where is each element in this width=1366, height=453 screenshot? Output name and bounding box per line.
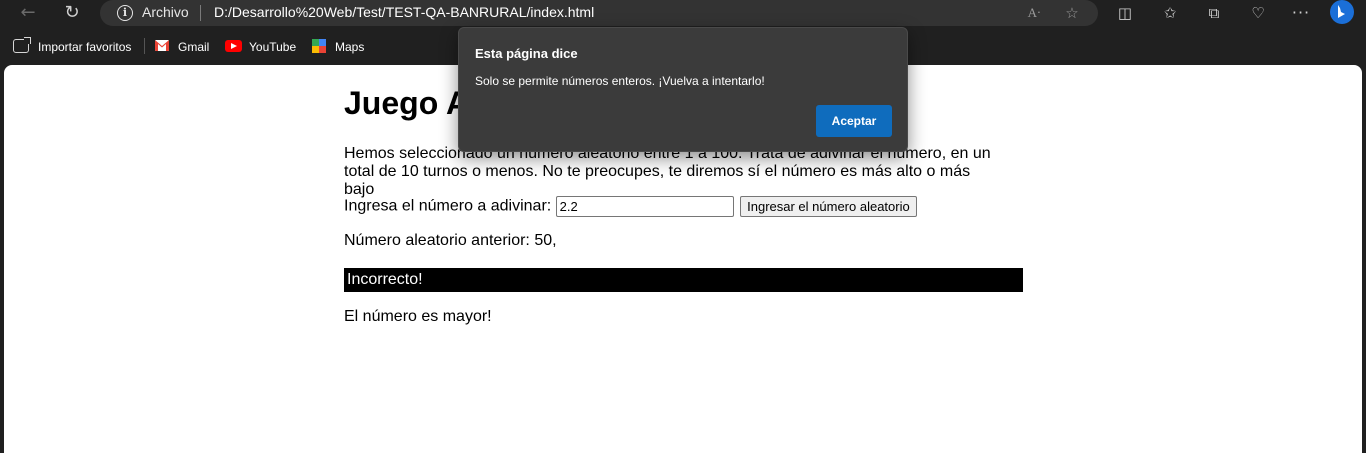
more-icon[interactable]: ··· [1290, 3, 1312, 23]
back-arrow-icon[interactable]: ← [16, 2, 40, 24]
favorite-maps[interactable]: Maps [335, 38, 364, 56]
favorites-icon[interactable]: ✩ [1159, 3, 1181, 23]
split-screen-icon[interactable]: ◫ [1114, 3, 1136, 23]
favorite-youtube[interactable]: YouTube [249, 38, 296, 56]
guess-form: Ingresa el número a adivinar: Ingresar e… [344, 196, 1024, 217]
reload-icon[interactable]: ↻ [60, 2, 84, 24]
bing-icon[interactable] [1327, 0, 1357, 26]
url-text[interactable]: D:/Desarrollo%20Web/Test/TEST-QA-BANRURA… [214, 4, 594, 20]
site-info-label[interactable]: Archivo [142, 4, 189, 20]
star-icon[interactable]: ☆ [1062, 3, 1082, 23]
browser-essentials-icon[interactable]: ♡ [1247, 3, 1269, 23]
guess-label: Ingresa el número a adivinar: [344, 197, 556, 215]
dialog-message: Solo se permite números enteros. ¡Vuelva… [475, 74, 765, 88]
alert-dialog: Esta página dice Solo se permite números… [458, 27, 908, 152]
hint-text: El número es mayor! [344, 308, 492, 325]
previous-guesses: Número aleatorio anterior: 50, [344, 232, 557, 249]
dialog-title: Esta página dice [475, 46, 578, 61]
guess-input[interactable] [555, 196, 734, 217]
address-bar[interactable]: i Archivo D:/Desarrollo%20Web/Test/TEST-… [100, 0, 1098, 26]
submit-guess-button[interactable]: Ingresar el número aleatorio [740, 196, 917, 217]
favorite-gmail[interactable]: Gmail [178, 38, 209, 56]
favorite-import[interactable]: Importar favoritos [38, 38, 131, 56]
intro-text: Hemos seleccionado un número aleatorio e… [344, 145, 991, 198]
result-banner: Incorrecto! [344, 268, 1023, 292]
read-aloud-icon[interactable]: Aᐧ [1024, 3, 1044, 23]
favorites-divider [144, 38, 145, 54]
accept-button[interactable]: Aceptar [816, 105, 892, 137]
address-divider [200, 5, 201, 21]
browser-toolbar: ← ↻ i Archivo D:/Desarrollo%20Web/Test/T… [0, 0, 1366, 28]
gmail-icon[interactable] [155, 40, 169, 51]
youtube-icon[interactable] [225, 40, 242, 52]
maps-icon[interactable] [312, 39, 326, 53]
import-icon[interactable] [13, 37, 31, 53]
collections-icon[interactable]: ⧉ [1203, 3, 1225, 23]
info-icon[interactable]: i [117, 5, 133, 21]
page-title: Juego A [344, 85, 470, 121]
